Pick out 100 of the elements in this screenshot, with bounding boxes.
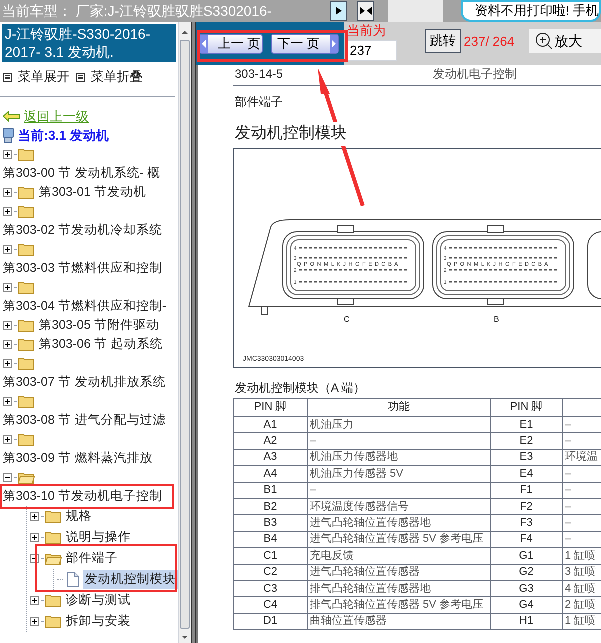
folder-icon (18, 243, 35, 256)
tree-item[interactable]: 诊断与测试 (66, 590, 131, 611)
table-cell: G2 (490, 564, 562, 580)
tree-item[interactable]: 第303-01 节发动机 (39, 183, 146, 202)
plus-icon[interactable] (3, 188, 12, 198)
list-icon (76, 72, 85, 82)
plus-icon[interactable] (3, 397, 12, 406)
page-count: 237/ 264 (464, 33, 515, 51)
tree-item[interactable]: 说明与操作 (66, 527, 131, 548)
table-cell: G3 (490, 580, 562, 597)
table-cell: 曲轴位置传感器 (308, 613, 490, 630)
toolbar-button[interactable] (330, 1, 347, 21)
back-link[interactable]: 返回上一级 (24, 106, 89, 126)
subsection-title: 部件端子 (234, 94, 284, 111)
table-cell: 4 缸喷 (562, 580, 601, 597)
table-cell: C1 (234, 548, 308, 564)
table-cell: A2 (234, 432, 308, 450)
tree-item[interactable]: 第303-05 节附件驱动 (39, 316, 160, 335)
back-arrow-icon (3, 111, 20, 122)
model-title: J-江铃驭胜-S330-2016-2017- 3.1 发动机. (2, 24, 176, 62)
table-cell: A1 (234, 416, 308, 433)
table-cell: F2 (490, 498, 562, 515)
plus-icon[interactable] (30, 533, 39, 542)
tree-item[interactable]: 发动机控制模块 (83, 570, 178, 589)
folder-icon (18, 205, 35, 218)
table-cell: – (308, 482, 490, 498)
table-cell: A4 (234, 466, 308, 482)
table-cell: 进气凸轮轴位置传感器 (308, 564, 490, 580)
table-cell: 机油压力传感器 5V (308, 466, 490, 482)
table-cell: A3 (234, 449, 308, 466)
minus-icon[interactable] (3, 473, 12, 482)
banner-text: 资料不用打印啦! 手机 (475, 2, 599, 20)
tree-item[interactable]: 拆卸与安装 (66, 611, 131, 632)
list-icon (3, 72, 12, 82)
toolbar-button[interactable] (357, 1, 374, 21)
tree-item[interactable]: 第303-04 节燃料供应和控制- (3, 297, 167, 316)
plus-icon[interactable] (3, 435, 12, 444)
tree-item[interactable]: 第303-08 节 进气分配与过滤 (3, 411, 166, 430)
table-cell: 充电反馈 (308, 548, 490, 564)
tree-item[interactable]: 第303-09 节 燃料蒸汽排放 (3, 449, 153, 468)
folder-icon (45, 510, 62, 524)
folder-icon (18, 186, 35, 200)
tree-item[interactable]: 第303-03 节燃料供应和控制 (3, 259, 162, 278)
table-cell: 排气凸轮轴位置传感器地 (308, 580, 490, 597)
plus-icon[interactable] (30, 596, 39, 606)
previous-page-button[interactable]: 上一 页 (199, 34, 263, 54)
table-cell: 1 缸喷 (562, 548, 601, 564)
table-cell: C2 (234, 564, 308, 580)
table-cell: 进气凸轮轴位置传感器地 (308, 514, 490, 532)
folder-icon (18, 281, 35, 294)
table-cell: 进气凸轮轴位置传感器 5V 参考电压 (308, 531, 490, 548)
tree-item[interactable]: 第303-00 节 发动机系统- 概 (3, 164, 161, 183)
table-cell: G4 (490, 596, 562, 614)
zoom-label: 放大 (554, 32, 583, 50)
table-cell: H1 (490, 613, 562, 630)
table-cell: B3 (234, 514, 308, 532)
scrollbar[interactable] (178, 22, 191, 643)
tree-item[interactable]: 规格 (66, 506, 92, 527)
tree-item[interactable]: 第303-02 节发动机冷却系统 (3, 221, 162, 240)
folder-icon (45, 552, 62, 566)
plus-icon[interactable] (3, 321, 12, 330)
arrow-left-icon (200, 34, 208, 52)
arrow-right-icon (330, 34, 338, 52)
table-title: 发动机控制模块（A 端） (234, 381, 367, 395)
page-input[interactable]: 237 (347, 40, 397, 61)
plus-icon[interactable] (3, 359, 12, 368)
table-cell: E3 (490, 449, 562, 466)
table-cell: 机油压力 (308, 416, 490, 433)
plus-icon[interactable] (3, 245, 12, 254)
scroll-thumb[interactable] (180, 40, 190, 629)
menu-action[interactable]: 菜单折叠 (91, 67, 143, 87)
plus-icon[interactable] (3, 283, 12, 292)
plus-icon[interactable] (30, 512, 39, 522)
tree-item[interactable]: 第303-06 节 起动系统 (39, 335, 163, 354)
folder-icon (18, 338, 35, 352)
table-cell: C4 (234, 596, 308, 614)
tree-item[interactable]: 部件端子 (66, 548, 118, 569)
folder-icon (18, 433, 35, 446)
table-cell: E4 (490, 466, 562, 482)
table-cell: 机油压力传感器地 (308, 449, 490, 466)
current-page-label: 当前为 (347, 22, 387, 40)
folder-icon (18, 395, 35, 408)
table-cell: 环境温 (562, 449, 601, 466)
next-page-button[interactable]: 下一 页 (271, 34, 339, 54)
split-arrows-icon (360, 7, 372, 15)
folder-icon (45, 594, 62, 608)
table-cell: B4 (234, 531, 308, 548)
plus-icon[interactable] (3, 207, 12, 216)
tree-item[interactable]: 第303-10 节发动机电子控制 (3, 487, 162, 506)
plus-icon[interactable] (3, 150, 12, 160)
table-cell: 1 缸喷 (562, 613, 601, 630)
plus-icon[interactable] (3, 340, 12, 350)
plus-icon[interactable] (30, 617, 39, 626)
jump-button[interactable]: 跳转 (425, 29, 461, 53)
zoom-button[interactable]: 放大 (528, 29, 601, 53)
menu-action[interactable]: 菜单展开 (18, 67, 70, 87)
computer-icon (3, 128, 14, 143)
table-cell: 排气凸轮轴位置传感器 5V 参考电压 (308, 596, 490, 614)
tree-item[interactable]: 第303-07 节 发动机排放系统 (3, 373, 166, 392)
folder-icon (45, 615, 62, 628)
